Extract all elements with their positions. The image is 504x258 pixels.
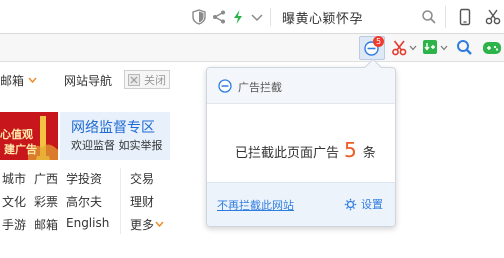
magnifier-icon[interactable]: [455, 38, 473, 56]
adblock-popup: 广告拦截 已拦截此页面广告 5 条 不再拦截此网站 设置: [206, 58, 396, 227]
link-city[interactable]: 城市: [2, 170, 26, 187]
nav-site-navigation-link[interactable]: 网站导航: [64, 72, 112, 89]
link-english[interactable]: English: [66, 216, 109, 230]
chevron-down-icon[interactable]: [28, 76, 37, 84]
link-culture[interactable]: 文化: [2, 193, 26, 210]
scissors-icon[interactable]: [484, 8, 502, 26]
banner-subtitle: 欢迎监督 如实举报: [71, 139, 163, 152]
search-icon[interactable]: [420, 8, 438, 26]
link-learn-invest[interactable]: 学投资: [66, 170, 102, 187]
banner-line1: 心值观: [0, 128, 33, 141]
divider: [445, 6, 446, 28]
popup-header: 广告拦截: [207, 68, 395, 104]
adblock-badge: 5: [373, 36, 384, 47]
settings-label: 设置: [361, 198, 383, 211]
gear-icon: [344, 198, 357, 210]
chevron-down-icon[interactable]: [248, 8, 266, 26]
share-icon[interactable]: [210, 8, 228, 26]
link-more[interactable]: 更多: [130, 216, 154, 233]
banner-title: 网络监督专区: [71, 120, 155, 136]
chevron-down-icon[interactable]: [409, 44, 417, 52]
settings-button[interactable]: 设置: [344, 195, 383, 213]
popup-message-suffix: 条: [362, 146, 376, 161]
adblock-icon: [218, 79, 232, 93]
download-icon[interactable]: [421, 38, 439, 56]
adblock-button[interactable]: 5: [359, 36, 385, 60]
close-button[interactable]: 关闭: [124, 70, 170, 89]
column-divider: [120, 168, 121, 234]
disable-on-site-link[interactable]: 不再拦截此网站: [217, 197, 294, 213]
link-finance[interactable]: 理财: [130, 193, 154, 210]
popup-title: 广告拦截: [238, 81, 282, 94]
game-icon[interactable]: [482, 39, 502, 57]
address-bar-row: 曝黄心颖怀孕: [0, 0, 504, 34]
popup-message-prefix: 已拦截此页面广告: [235, 146, 340, 161]
lightning-icon[interactable]: [229, 8, 247, 26]
popup-message: 已拦截此页面广告 5 条: [235, 138, 376, 162]
phone-icon[interactable]: [456, 8, 474, 26]
link-mailbox[interactable]: 邮箱: [34, 216, 58, 233]
banner-internet-supervision[interactable]: 网络监督专区 欢迎监督 如实举报: [60, 112, 170, 160]
link-lottery[interactable]: 彩票: [34, 193, 58, 210]
chevron-down-icon[interactable]: [440, 44, 448, 52]
scissors-icon[interactable]: [391, 39, 409, 57]
link-trade[interactable]: 交易: [130, 170, 154, 187]
shield-icon[interactable]: [190, 8, 208, 26]
banner-line2: 建广告: [4, 143, 37, 156]
nav-mail-link[interactable]: 邮箱: [0, 72, 24, 89]
search-suggestion-text[interactable]: 曝黄心颖怀孕: [282, 8, 363, 27]
divider: [270, 8, 271, 26]
link-mobile-games[interactable]: 手游: [2, 216, 26, 233]
chevron-down-icon[interactable]: [155, 220, 164, 228]
close-label: 关闭: [144, 74, 166, 87]
link-golf[interactable]: 高尔夫: [66, 193, 102, 210]
close-icon: [128, 74, 140, 86]
extension-toolbar: 5: [0, 34, 504, 62]
banner-core-values[interactable]: 心值观 建广告: [0, 112, 58, 160]
popup-footer: 不再拦截此网站 设置: [207, 182, 395, 226]
link-guangxi[interactable]: 广西: [34, 170, 58, 187]
blocked-count: 5: [344, 138, 357, 162]
